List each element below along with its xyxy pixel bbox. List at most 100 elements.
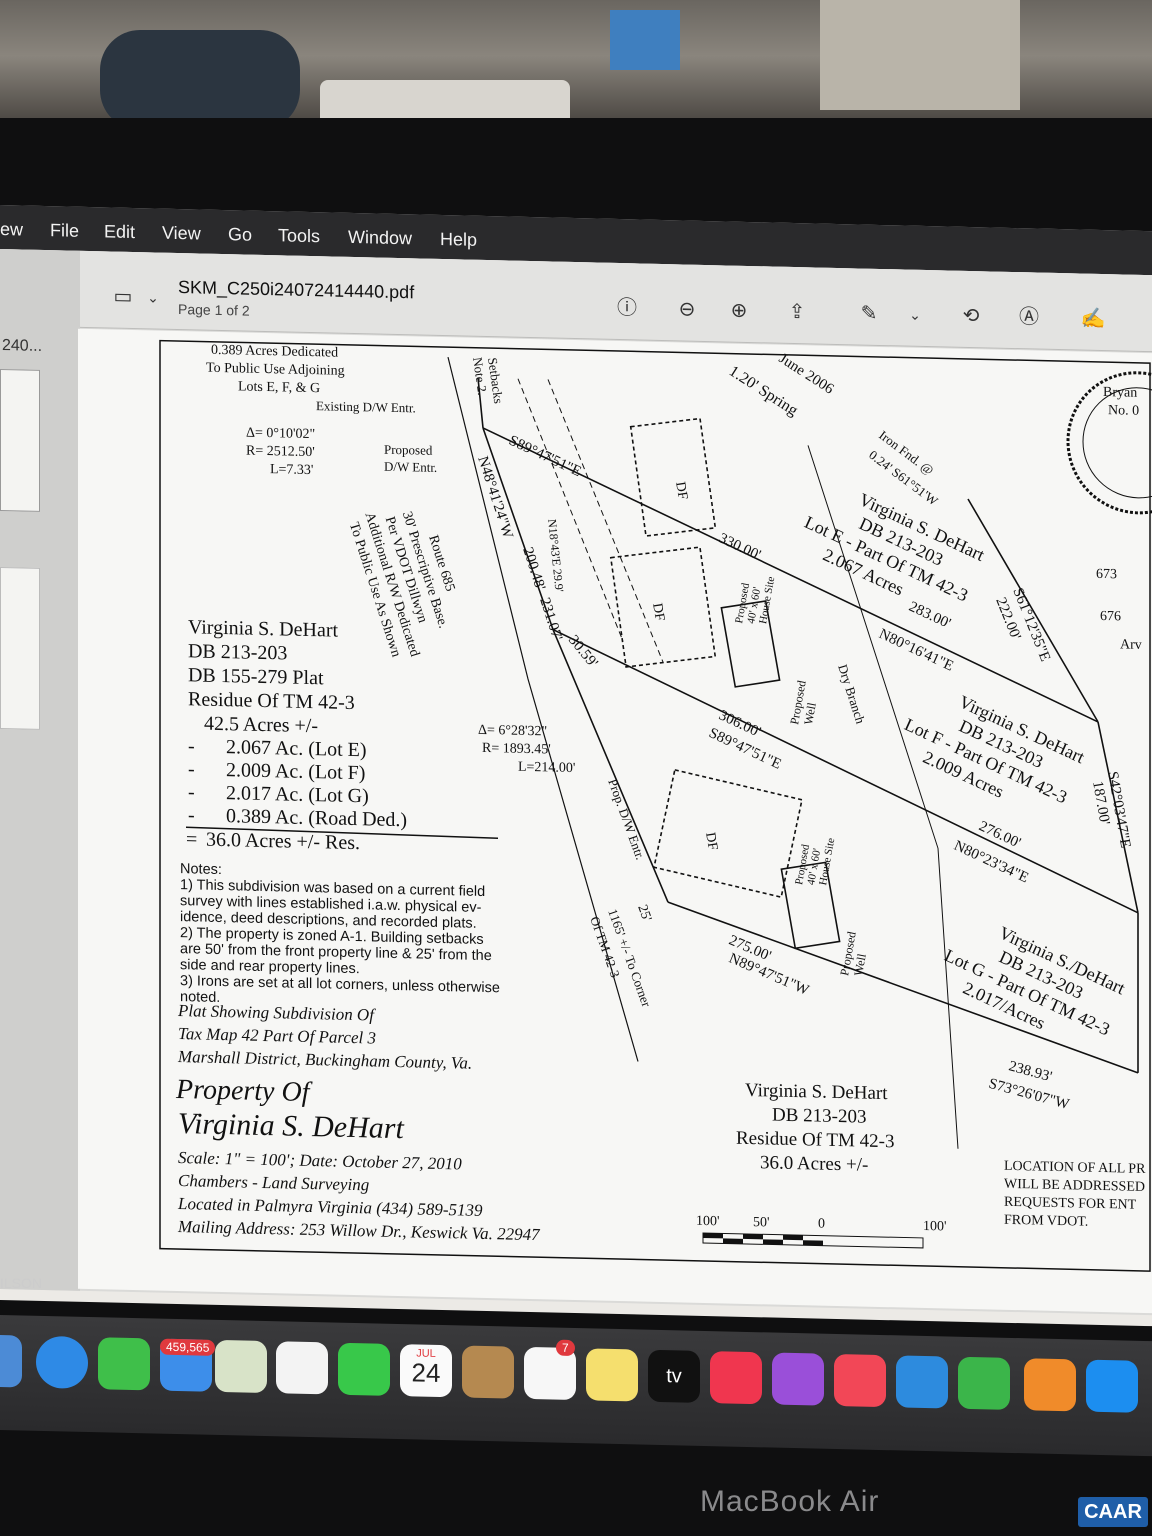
numbers-icon[interactable] (958, 1356, 1010, 1410)
svg-text:30.59': 30.59' (565, 632, 601, 671)
svg-text:FROM VDOT.: FROM VDOT. (1004, 1213, 1088, 1230)
background-blue-object (610, 10, 680, 70)
pages-icon[interactable] (1024, 1358, 1076, 1412)
plat-drainfield-g (653, 768, 803, 899)
svg-text:DF: DF (702, 831, 720, 851)
menu-item-tools[interactable]: Tools (278, 225, 320, 247)
svg-text:676: 676 (1100, 609, 1121, 624)
svg-text:No. 0: No. 0 (1108, 403, 1139, 419)
svg-text:Mailing Address: 253 Willow Dr: Mailing Address: 253 Willow Dr., Keswick… (177, 1217, 541, 1244)
svg-text:Prop. D/W Entr.: Prop. D/W Entr. (605, 777, 648, 862)
svg-text:Virginia S. DeHart: Virginia S. DeHart (745, 1080, 888, 1104)
share-icon[interactable]: ⇪ (784, 299, 810, 326)
contacts-icon[interactable] (462, 1345, 514, 1399)
chevron-down-icon[interactable]: ⌄ (140, 284, 166, 311)
document-title: SKM_C250i24072414440.pdf (178, 277, 415, 303)
sidebar-toggle-icon[interactable]: ▭ (110, 283, 136, 310)
menu-item-window[interactable]: Window (348, 227, 412, 249)
lot-g-label: Virginia S./DeHart DB 213-203 Lot G - Pa… (942, 922, 1128, 1039)
svg-text:N80°16'41"E: N80°16'41"E (876, 626, 955, 675)
svg-text:42.5 Acres +/-: 42.5 Acres +/- (204, 713, 318, 738)
podcasts-icon[interactable] (772, 1352, 824, 1406)
svg-text:Arv: Arv (1120, 637, 1142, 652)
background-door (820, 0, 1020, 110)
svg-text:DF: DF (672, 481, 690, 501)
page-thumbnail-1[interactable] (0, 369, 40, 512)
svg-text:Bryan: Bryan (1103, 385, 1137, 401)
sidebar-file-label[interactable]: 240... (2, 337, 42, 356)
lot-e-label: Virginia S. DeHart DB 213-203 Lot E - Pa… (802, 489, 988, 605)
svg-text:DF: DF (649, 602, 667, 622)
reminders-badge: 7 (556, 1339, 575, 1357)
calendar-day: 24 (411, 1357, 441, 1388)
tv-label: tv (666, 1365, 682, 1388)
photos-icon[interactable] (276, 1341, 328, 1395)
music-icon[interactable] (710, 1351, 762, 1405)
zoom-out-icon[interactable]: ⊖ (674, 296, 700, 323)
svg-text:Virginia S. DeHart: Virginia S. DeHart (188, 616, 338, 641)
residue-block: Virginia S. DeHart DB 213-203 Residue Of… (736, 1080, 894, 1176)
plat-road-edge-2 (547, 379, 664, 663)
svg-text:283.00': 283.00' (906, 599, 953, 632)
scale-label-50: 50' (753, 1215, 770, 1230)
svg-text:Well: Well (801, 701, 819, 726)
svg-text:330.00': 330.00' (716, 530, 763, 563)
svg-text:To Public Use Adjoining: To Public Use Adjoining (206, 361, 345, 379)
menu-item-edit[interactable]: Edit (104, 221, 135, 243)
safari-icon[interactable] (36, 1335, 88, 1389)
reminders-icon[interactable]: 7 (524, 1339, 576, 1401)
app-store-icon[interactable] (1086, 1359, 1138, 1413)
news-icon[interactable] (834, 1353, 886, 1408)
svg-text:-: - (188, 735, 195, 757)
survey-plat-drawing: 100' 50' 0 100' 0.389 Acres Dedicated To… (159, 339, 1152, 1272)
svg-text:2.017 Ac. (Lot G): 2.017 Ac. (Lot G) (226, 782, 369, 807)
svg-text:36.0 Acres +/-: 36.0 Acres +/- (760, 1152, 868, 1175)
maps-icon[interactable] (215, 1339, 267, 1394)
scale-bar (702, 1232, 924, 1249)
facetime-icon[interactable] (338, 1342, 390, 1396)
svg-text:LOCATION OF ALL PR: LOCATION OF ALL PR (1004, 1159, 1146, 1177)
vdot-note: LOCATION OF ALL PR WILL BE ADDRESSED REQ… (1004, 1159, 1146, 1230)
launchpad-icon[interactable] (0, 1334, 22, 1388)
keynote-icon[interactable] (896, 1355, 948, 1409)
menu-item-go[interactable]: Go (228, 224, 252, 246)
info-icon[interactable]: ⓘ (614, 295, 640, 322)
svg-text:June 2006: June 2006 (776, 351, 837, 398)
scale-label-100-left: 100' (696, 1214, 720, 1230)
zoom-in-icon[interactable]: ⊕ (726, 297, 752, 324)
svg-text:DB 213-203: DB 213-203 (772, 1105, 866, 1128)
page-thumbnail-2[interactable] (0, 567, 40, 730)
svg-text:DB 213-203: DB 213-203 (188, 640, 287, 664)
menu-item-view-partial[interactable]: ew (0, 219, 23, 241)
calendar-icon[interactable]: JUL 24 (400, 1344, 452, 1398)
curve-1-data: Δ= 0°10'02" R= 2512.50' L=7.33' Proposed… (246, 426, 437, 479)
menu-item-help[interactable]: Help (440, 229, 477, 251)
svg-text:D/W Entr.: D/W Entr. (384, 459, 437, 475)
caar-watermark: CAAR (1078, 1497, 1148, 1527)
messages-icon[interactable] (98, 1337, 150, 1391)
laptop-brand: MacBook Air (700, 1485, 880, 1518)
route-note: Route 685 30' Prescriptive Base. Per VDO… (346, 510, 457, 659)
markup-pen-icon[interactable]: ✎ (856, 300, 882, 327)
svg-text:Δ= 6°28'32": Δ= 6°28'32" (478, 723, 547, 740)
svg-text:S89°47'51"E: S89°47'51"E (506, 433, 583, 481)
svg-text:Dry Branch: Dry Branch (835, 663, 868, 726)
svg-text:N18°43'E 29.9': N18°43'E 29.9' (545, 519, 567, 593)
menu-item-file[interactable]: File (50, 220, 79, 242)
svg-text:Proposed: Proposed (384, 442, 433, 458)
svg-text:L=214.00': L=214.00' (518, 760, 575, 776)
apple-tv-icon[interactable]: tv (648, 1349, 700, 1403)
rotate-icon[interactable]: ⟲ (958, 303, 984, 330)
owner-block: Virginia S. DeHart DB 213-203 DB 155-279… (185, 616, 499, 854)
curve-2-data: Δ= 6°28'32" R= 1893.45' L=214.00' (478, 723, 575, 776)
mail-icon[interactable]: 459,565 (160, 1338, 216, 1392)
sign-icon[interactable]: ✍ (1080, 306, 1106, 333)
svg-text:Existing D/W Entr.: Existing D/W Entr. (316, 398, 416, 415)
menu-item-view[interactable]: View (162, 223, 201, 245)
notes-block: Notes: 1) This subdivision was based on … (180, 861, 600, 1015)
markup-chevron-icon[interactable]: ⌄ (902, 301, 928, 328)
svg-text:200.48': 200.48' (519, 545, 548, 592)
pdf-page: 100' 50' 0 100' 0.389 Acres Dedicated To… (78, 328, 1152, 1314)
notes-icon[interactable] (586, 1348, 638, 1402)
highlight-icon[interactable]: Ⓐ (1016, 304, 1042, 331)
